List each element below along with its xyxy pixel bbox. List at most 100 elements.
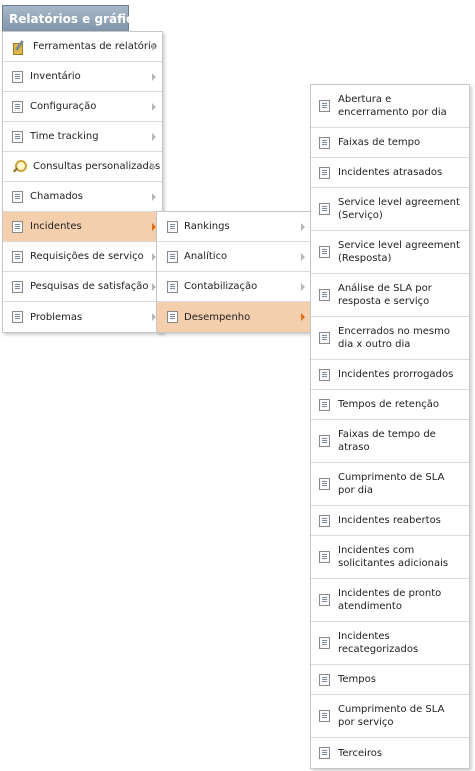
report-icon (319, 368, 330, 381)
desempenho-submenu: Abertura e encerramento por dia Faixas d… (310, 84, 470, 769)
menu-item-incidentes[interactable]: Incidentes (3, 212, 162, 242)
submenu-arrow-icon (301, 282, 305, 291)
report-icon (319, 166, 330, 179)
report-icon (319, 710, 330, 722)
menu-item-configuracao[interactable]: Configuração (3, 92, 162, 122)
search-icon (12, 159, 27, 174)
report-item-faixas-tempo-atraso[interactable]: Faixas de tempo de atraso (311, 420, 469, 463)
report-item-sla-servico[interactable]: Service level agreement (Serviço) (311, 188, 469, 231)
report-item-label: Abertura e encerramento por dia (338, 94, 447, 118)
menu-item-problemas[interactable]: Problemas (3, 302, 162, 332)
report-icon (319, 398, 330, 411)
report-item-label: Service level agreement (Resposta) (338, 240, 460, 264)
submenu-arrow-icon (301, 313, 305, 321)
report-icon (319, 203, 330, 215)
menu-item-chamados[interactable]: Chamados (3, 182, 162, 212)
reports-menu-tab[interactable]: Relatórios e gráficos (2, 5, 148, 32)
report-item-label: Incidentes reabertos (338, 515, 441, 526)
report-icon (12, 70, 23, 83)
submenu-item-desempenho[interactable]: Desempenho (157, 302, 311, 332)
report-item-pronto-atendimento[interactable]: Incidentes de pronto atendimento (311, 579, 469, 622)
tools-icon (12, 40, 26, 55)
submenu-arrow-icon (301, 252, 305, 261)
report-icon (12, 311, 23, 323)
submenu-item-analitico[interactable]: Analítico (157, 242, 311, 272)
menu-item-pesquisas-de-satisfacao[interactable]: Pesquisas de satisfação (3, 272, 162, 302)
report-icon (319, 332, 330, 344)
submenu-item-contabilizacao[interactable]: Contabilização (157, 272, 311, 302)
report-icon (319, 551, 330, 563)
report-icon (12, 220, 23, 233)
menu-item-inventario[interactable]: Inventário (3, 62, 162, 92)
menu-item-ferramentas-de-relatorio[interactable]: Ferramentas de relatório (3, 32, 162, 62)
menu-item-consultas-personalizadas[interactable]: Consultas personalizadas (3, 152, 162, 182)
menu-item-label: Consultas personalizadas (33, 161, 161, 172)
report-item-recategorizados[interactable]: Incidentes recategorizados (311, 622, 469, 665)
report-icon (12, 130, 23, 143)
submenu-arrow-icon (152, 102, 156, 111)
report-icon (12, 190, 23, 203)
menu-item-label: Chamados (30, 191, 83, 202)
submenu-item-label: Rankings (184, 221, 230, 232)
report-icon (12, 100, 23, 113)
incidentes-submenu: Rankings Analítico Contabilização Desemp… (156, 211, 312, 333)
report-item-tempos[interactable]: Tempos (311, 665, 469, 695)
report-icon (167, 280, 178, 293)
report-item-label: Faixas de tempo de atraso (338, 429, 436, 453)
report-icon (319, 289, 330, 301)
menu-item-label: Requisições de serviço (30, 251, 144, 262)
report-item-label: Encerrados no mesmo dia x outro dia (338, 326, 450, 350)
menu-item-label: Configuração (30, 101, 97, 112)
report-item-label: Cumprimento de SLA por serviço (338, 704, 445, 728)
report-item-label: Service level agreement (Serviço) (338, 197, 460, 221)
menu-item-label: Pesquisas de satisfação (30, 281, 149, 292)
report-item-cumprimento-sla-servico[interactable]: Cumprimento de SLA por serviço (311, 695, 469, 738)
report-item-incidentes-prorrogados[interactable]: Incidentes prorrogados (311, 360, 469, 390)
report-item-label: Terceiros (338, 747, 383, 759)
report-icon (319, 435, 330, 447)
report-item-incidentes-reabertos[interactable]: Incidentes reabertos (311, 506, 469, 536)
report-item-cumprimento-sla-dia[interactable]: Cumprimento de SLA por dia (311, 463, 469, 506)
submenu-item-label: Desempenho (184, 311, 251, 323)
report-icon (12, 280, 23, 293)
menu-item-requisicoes-de-servico[interactable]: Requisições de serviço (3, 242, 162, 272)
submenu-item-rankings[interactable]: Rankings (157, 212, 311, 242)
report-icon (319, 594, 330, 606)
submenu-arrow-icon (152, 132, 156, 141)
report-item-abertura-encerramento-por-dia[interactable]: Abertura e encerramento por dia (311, 85, 469, 128)
report-icon (167, 220, 178, 233)
report-item-incidentes-atrasados[interactable]: Incidentes atrasados (311, 158, 469, 188)
submenu-arrow-icon (152, 162, 156, 171)
submenu-arrow-icon (301, 222, 305, 231)
menu-item-label: Problemas (30, 311, 83, 323)
menu-item-label: Incidentes (30, 221, 82, 232)
report-icon (319, 100, 330, 112)
report-icon (319, 673, 330, 686)
report-icon (319, 637, 330, 649)
report-icon (167, 311, 178, 323)
report-item-encerrados-mesmo-dia[interactable]: Encerrados no mesmo dia x outro dia (311, 317, 469, 360)
report-icon (319, 136, 330, 149)
menu-item-time-tracking[interactable]: Time tracking (3, 122, 162, 152)
report-item-faixas-de-tempo[interactable]: Faixas de tempo (311, 128, 469, 158)
report-item-label: Análise de SLA por resposta e serviço (338, 283, 432, 307)
submenu-arrow-icon (152, 72, 156, 81)
report-item-terceiros[interactable]: Terceiros (311, 738, 469, 768)
report-item-tempos-de-retencao[interactable]: Tempos de retenção (311, 390, 469, 420)
report-item-solicitantes-adicionais[interactable]: Incidentes com solicitantes adicionais (311, 536, 469, 579)
report-icon (319, 747, 330, 759)
report-item-label: Incidentes de pronto atendimento (338, 588, 442, 612)
menu-item-label: Time tracking (30, 131, 99, 142)
report-item-sla-resposta[interactable]: Service level agreement (Resposta) (311, 231, 469, 274)
report-item-label: Incidentes prorrogados (338, 369, 454, 380)
report-icon (319, 246, 330, 258)
reports-menu: Ferramentas de relatório Inventário Conf… (2, 31, 163, 333)
report-icon (319, 514, 330, 527)
submenu-item-label: Contabilização (184, 281, 258, 292)
report-icon (167, 250, 178, 263)
report-icon (319, 478, 330, 490)
menu-item-label: Inventário (30, 71, 81, 82)
report-item-label: Incidentes atrasados (338, 167, 443, 178)
submenu-arrow-icon (152, 42, 156, 51)
report-item-analise-sla[interactable]: Análise de SLA por resposta e serviço (311, 274, 469, 317)
